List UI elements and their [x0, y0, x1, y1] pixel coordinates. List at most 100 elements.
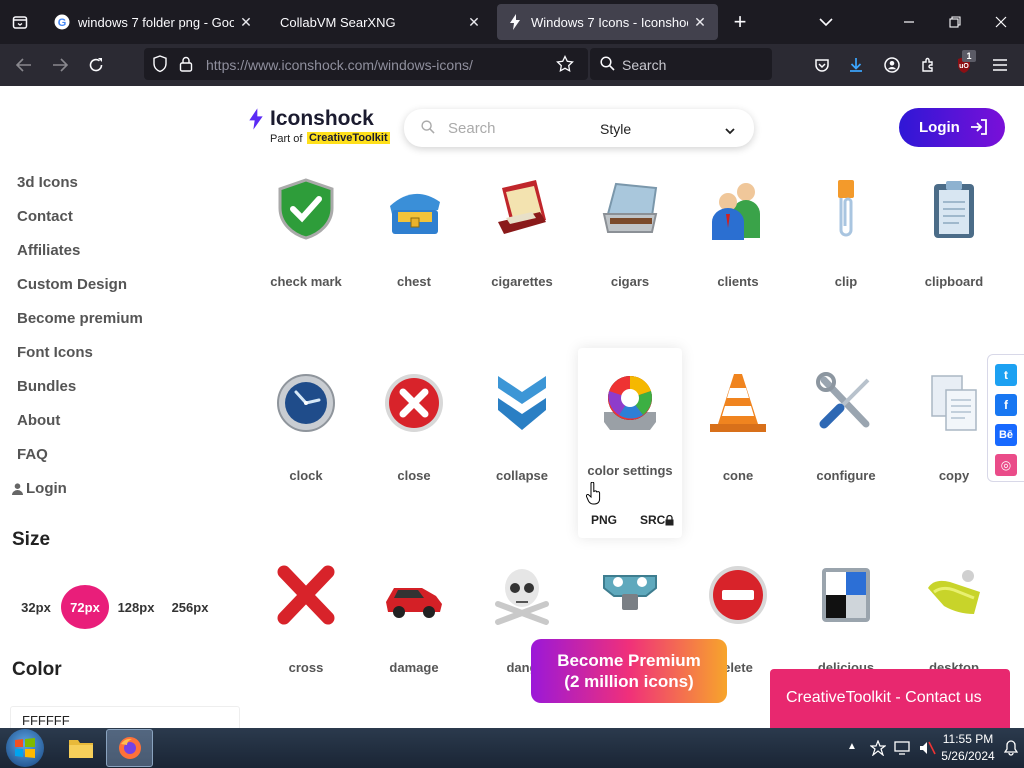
extensions-icon[interactable]	[914, 51, 942, 79]
tab-manager-icon[interactable]	[6, 8, 34, 36]
premium-banner[interactable]: Become Premium (2 million icons)	[531, 639, 727, 703]
reload-button[interactable]	[82, 51, 110, 79]
forward-button[interactable]	[46, 51, 74, 79]
icon-card-chest[interactable]: chest	[364, 178, 464, 290]
show-hidden-icons-button[interactable]: ▲	[847, 741, 857, 752]
close-icon[interactable]: ✕	[462, 14, 486, 31]
sidebar-link-bundles[interactable]: Bundles	[17, 378, 76, 395]
icon-card-clip[interactable]: clip	[796, 178, 896, 290]
window-close-button[interactable]	[987, 8, 1015, 36]
twitter-icon[interactable]: t	[995, 364, 1017, 386]
chevron-down-icon[interactable]	[724, 123, 736, 141]
icon-card-cigars[interactable]: cigars	[580, 178, 680, 290]
lock-icon[interactable]	[179, 56, 193, 77]
download-src-button[interactable]: SRC	[640, 513, 665, 527]
size-heading: Size	[12, 529, 51, 550]
icon-card-configure[interactable]: configure	[796, 372, 896, 484]
dribbble-icon[interactable]: ◎	[995, 454, 1017, 476]
sidebar-link-affiliates[interactable]: Affiliates	[17, 242, 80, 259]
shield-icon[interactable]	[152, 55, 168, 78]
windows-logo-icon	[15, 738, 35, 758]
clients-icon	[712, 183, 760, 240]
address-bar[interactable]: https://www.iconshock.com/windows-icons/	[144, 48, 588, 80]
behance-icon[interactable]: Bē	[995, 424, 1017, 446]
tab-iconshock[interactable]: Windows 7 Icons - Iconshock ✕	[497, 4, 718, 40]
icon-card-cigarettes[interactable]: cigarettes	[472, 178, 572, 290]
sidebar-link-custom-design[interactable]: Custom Design	[17, 276, 127, 293]
volume-muted-icon[interactable]	[918, 740, 936, 756]
clock-date[interactable]: 5/26/2024	[936, 749, 1000, 763]
icon-card-clients[interactable]: clients	[688, 178, 788, 290]
url-text[interactable]: https://www.iconshock.com/windows-icons/	[206, 57, 473, 73]
icon-card-close[interactable]: close	[364, 372, 464, 484]
taskbar-firefox-button[interactable]	[106, 729, 153, 767]
logo-subtitle-brand: CreativeToolkit	[307, 132, 390, 144]
desktop-icon	[928, 570, 980, 614]
restore-button[interactable]	[941, 8, 969, 36]
contact-us-banner[interactable]: CreativeToolkit - Contact us	[770, 669, 1010, 728]
start-button[interactable]	[6, 729, 44, 767]
menu-icon[interactable]	[986, 51, 1014, 79]
copy-icon	[931, 375, 977, 431]
hand-cursor-icon	[586, 482, 601, 505]
action-center-icon[interactable]	[870, 740, 886, 756]
minimize-button[interactable]	[895, 8, 923, 36]
size-option-32px[interactable]: 32px	[16, 585, 56, 629]
cross-icon	[277, 565, 335, 625]
close-icon[interactable]: ✕	[234, 14, 258, 31]
login-button[interactable]: Login	[899, 108, 1005, 147]
account-icon[interactable]	[878, 51, 906, 79]
cone-icon	[710, 374, 766, 432]
tab-searxng[interactable]: CollabVM SearXNG ✕	[270, 4, 492, 40]
logo-subtitle-prefix: Part of	[270, 133, 303, 145]
notification-bell-icon[interactable]	[1004, 740, 1018, 756]
pocket-icon[interactable]	[808, 51, 836, 79]
user-icon	[12, 483, 23, 495]
icon-card-delicious[interactable]: delicious	[796, 564, 896, 676]
clock-time[interactable]: 11:55 PM	[936, 732, 1000, 746]
premium-banner-line1: Become Premium	[557, 651, 701, 670]
color-input[interactable]: FFFFFF	[10, 706, 240, 728]
site-search-input[interactable]: Search	[448, 120, 496, 137]
sidebar-link-3d-icons[interactable]: 3d Icons	[17, 174, 78, 191]
icon-card-collapse[interactable]: collapse	[472, 372, 572, 484]
style-select[interactable]: Style	[600, 121, 631, 137]
browser-search-bar[interactable]: Search	[590, 48, 772, 80]
sidebar-link-font-icons[interactable]: Font Icons	[17, 344, 93, 361]
icon-card-color-settings[interactable]: color settings PNG SRC	[578, 348, 682, 538]
icon-card-clock[interactable]: clock	[256, 372, 356, 484]
back-button[interactable]	[10, 51, 38, 79]
icon-label: color settings	[587, 463, 673, 478]
browser-search-placeholder: Search	[622, 57, 667, 73]
network-icon[interactable]	[893, 740, 911, 756]
clock-icon	[277, 374, 335, 432]
sign-in-icon	[969, 118, 989, 141]
sidebar-link-about[interactable]: About	[17, 412, 60, 429]
bookmark-star-icon[interactable]	[556, 54, 574, 78]
sidebar-link-become-premium[interactable]: Become premium	[17, 310, 143, 327]
sidebar-link-contact[interactable]: Contact	[17, 208, 73, 225]
new-tab-button[interactable]: +	[726, 8, 754, 36]
icon-card-cross[interactable]: cross	[256, 564, 356, 676]
icon-card-clipboard[interactable]: clipboard	[904, 178, 1004, 290]
downloads-icon[interactable]	[842, 51, 870, 79]
icon-card-check-mark[interactable]: check mark	[256, 178, 356, 290]
icon-card-damage[interactable]: damage	[364, 564, 464, 676]
delete-icon	[709, 566, 767, 624]
site-search-box[interactable]: Search Style	[404, 109, 754, 147]
svg-text:uO: uO	[959, 63, 969, 70]
icon-card-desktop[interactable]: desktop	[904, 564, 1004, 676]
list-tabs-icon[interactable]	[812, 8, 840, 36]
sidebar-login-label: Login	[26, 480, 67, 497]
sidebar-link-faq[interactable]: FAQ	[17, 446, 48, 463]
size-option-72px[interactable]: 72px	[61, 585, 109, 629]
icon-card-cone[interactable]: cone	[688, 372, 788, 484]
taskbar-explorer-button[interactable]	[58, 730, 104, 766]
tab-google[interactable]: G windows 7 folder png - Google ✕	[44, 4, 264, 40]
facebook-icon[interactable]: f	[995, 394, 1017, 416]
size-option-128px[interactable]: 128px	[114, 585, 158, 629]
size-option-256px[interactable]: 256px	[168, 585, 212, 629]
close-icon[interactable]: ✕	[688, 14, 712, 31]
lock-icon	[665, 513, 674, 531]
download-png-button[interactable]: PNG	[591, 513, 617, 527]
